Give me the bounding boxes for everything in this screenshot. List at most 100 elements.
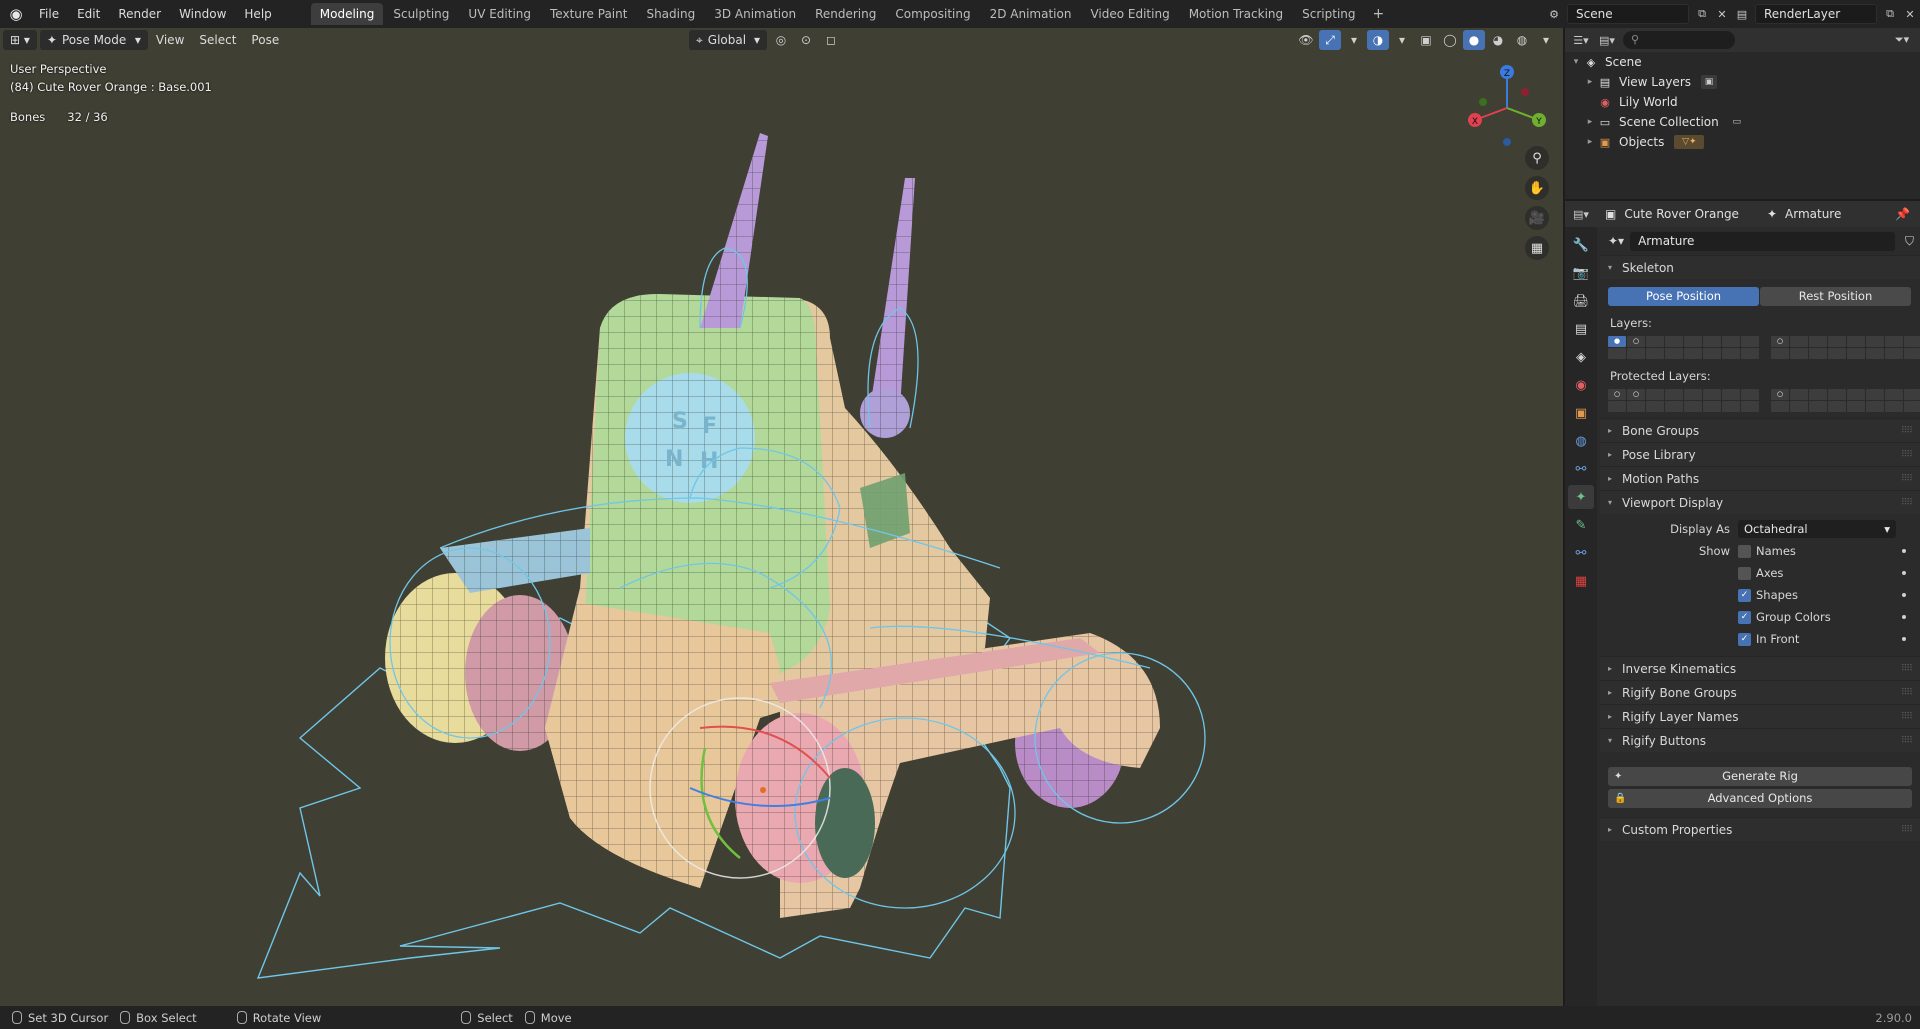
layer-cell[interactable]: ○ <box>1627 389 1645 400</box>
tab-motion-tracking[interactable]: Motion Tracking <box>1180 3 1292 25</box>
layer-cell[interactable] <box>1741 401 1759 412</box>
checkbox[interactable] <box>1738 566 1751 580</box>
animate-property-icon[interactable] <box>1902 571 1906 575</box>
layer-cell[interactable] <box>1847 348 1865 359</box>
pivot-icon[interactable]: ◎ <box>770 30 792 50</box>
layer-cell[interactable] <box>1847 336 1865 347</box>
navigation-gizmo[interactable]: Z Y X <box>1463 62 1551 150</box>
view-layer-field[interactable]: RenderLayer <box>1755 4 1877 24</box>
layer-cell[interactable] <box>1904 336 1920 347</box>
layer-cell[interactable] <box>1866 336 1884 347</box>
proportional-icon[interactable]: ◻ <box>820 30 842 50</box>
output-tab-icon[interactable]: 🖨 <box>1568 289 1594 313</box>
show-option-shapes[interactable]: ✓ Shapes <box>1608 584 1912 606</box>
tab-sculpting[interactable]: Sculpting <box>384 3 458 25</box>
layer-cell[interactable] <box>1904 389 1920 400</box>
render-tab-icon[interactable]: 📷 <box>1568 261 1594 285</box>
tab-uv-editing[interactable]: UV Editing <box>459 3 540 25</box>
gizmo-options-icon[interactable]: ▾ <box>1343 30 1365 50</box>
expand-arrow-icon[interactable]: ▸ <box>1583 117 1597 127</box>
view-menu[interactable]: View <box>149 30 191 50</box>
layer-cell[interactable] <box>1665 348 1683 359</box>
layer-cell[interactable] <box>1627 401 1645 412</box>
outliner-editor-icon[interactable]: ☰▾ <box>1571 30 1591 50</box>
bone-tab-icon[interactable]: ✎ <box>1568 513 1594 537</box>
armature-name-field[interactable]: Armature <box>1630 231 1895 251</box>
layer-cell[interactable] <box>1809 336 1827 347</box>
layer-cell[interactable] <box>1741 389 1759 400</box>
drag-handle-icon[interactable]: ⠿⠿ <box>1901 825 1913 835</box>
close-scene-icon[interactable]: ✕ <box>1712 4 1732 24</box>
drag-handle-icon[interactable]: ⠿⠿ <box>1901 712 1913 722</box>
show-option-group-colors[interactable]: ✓ Group Colors <box>1608 606 1912 628</box>
drag-handle-icon[interactable]: ⠿⠿ <box>1901 688 1913 698</box>
pan-hand-icon[interactable]: ✋ <box>1525 176 1549 200</box>
layer-cell[interactable] <box>1722 401 1740 412</box>
inverse-kinematics-panel-header[interactable]: ▸ Inverse Kinematics ⠿⠿ <box>1600 656 1920 680</box>
layer-cell[interactable] <box>1646 336 1664 347</box>
drag-handle-icon[interactable]: ⠿⠿ <box>1901 664 1913 674</box>
layer-cell[interactable] <box>1790 401 1808 412</box>
pin-icon[interactable]: 📌 <box>1895 207 1910 221</box>
snap-icon[interactable]: ⊙ <box>795 30 817 50</box>
bone-constraint-tab-icon[interactable]: ⚯ <box>1568 541 1594 565</box>
mode-dropdown[interactable]: ✦ Pose Mode ▾ <box>39 30 148 50</box>
layer-cell[interactable] <box>1722 348 1740 359</box>
copy-layer-icon[interactable]: ⧉ <box>1880 4 1900 24</box>
filter-icon[interactable]: ⏷▾ <box>1892 30 1912 50</box>
layer-cell[interactable] <box>1646 348 1664 359</box>
layer-cell[interactable] <box>1684 336 1702 347</box>
rigify-buttons-panel-header[interactable]: ▾ Rigify Buttons ⠿⠿ <box>1600 728 1920 752</box>
constraint-tab-icon[interactable]: ⚯ <box>1568 457 1594 481</box>
menu-file[interactable]: File <box>30 3 68 25</box>
rest-position-button[interactable]: Rest Position <box>1760 287 1911 306</box>
tab-2d-animation[interactable]: 2D Animation <box>981 3 1081 25</box>
pose-library-panel-header[interactable]: ▸ Pose Library ⠿⠿ <box>1600 442 1920 466</box>
tab-compositing[interactable]: Compositing <box>886 3 979 25</box>
animate-property-icon[interactable] <box>1902 637 1906 641</box>
layer-cell[interactable] <box>1866 389 1884 400</box>
outliner-search-input[interactable]: ⚲ <box>1623 31 1735 49</box>
tab-scripting[interactable]: Scripting <box>1293 3 1364 25</box>
menu-help[interactable]: Help <box>235 3 280 25</box>
layer-cell[interactable] <box>1703 389 1721 400</box>
scene-tab-icon[interactable]: ◈ <box>1568 345 1594 369</box>
gizmo-toggle-icon[interactable]: ⤢ <box>1319 30 1341 50</box>
wireframe-shading-icon[interactable]: ◯ <box>1439 30 1461 50</box>
drag-handle-icon[interactable]: ⠿⠿ <box>1901 450 1913 460</box>
layer-cell[interactable] <box>1866 348 1884 359</box>
drag-handle-icon[interactable]: ⠿⠿ <box>1901 736 1913 746</box>
layer-cell[interactable] <box>1828 401 1846 412</box>
display-mode-icon[interactable]: ▤▾ <box>1597 30 1617 50</box>
modifier-tab-icon[interactable]: ◍ <box>1568 429 1594 453</box>
zoom-icon[interactable]: ⚲ <box>1525 146 1549 170</box>
layer-cell[interactable] <box>1703 336 1721 347</box>
layer-cell[interactable] <box>1809 389 1827 400</box>
menu-edit[interactable]: Edit <box>68 3 109 25</box>
solid-shading-icon[interactable]: ● <box>1463 30 1485 50</box>
layer-cell[interactable] <box>1885 401 1903 412</box>
layer-cell[interactable]: ○ <box>1627 336 1645 347</box>
layer-cell[interactable] <box>1665 401 1683 412</box>
pose-position-button[interactable]: Pose Position <box>1608 287 1759 306</box>
menu-window[interactable]: Window <box>170 3 235 25</box>
layer-cell[interactable] <box>1847 389 1865 400</box>
scene-field[interactable]: Scene <box>1567 4 1689 24</box>
layer-cell[interactable] <box>1722 389 1740 400</box>
view-layer-tab-icon[interactable]: ▤ <box>1568 317 1594 341</box>
layer-cell[interactable] <box>1608 348 1626 359</box>
layer-cell[interactable]: ● <box>1608 336 1626 347</box>
layer-cell[interactable]: ○ <box>1771 389 1789 400</box>
animate-property-icon[interactable] <box>1902 549 1906 553</box>
viewport-scene[interactable]: S F N H <box>0 28 1563 1006</box>
layer-cell[interactable]: ○ <box>1608 389 1626 400</box>
layer-cell[interactable]: ○ <box>1771 336 1789 347</box>
armature-data-icon[interactable]: ✦▾ <box>1608 234 1624 248</box>
drag-handle-icon[interactable]: ⠿⠿ <box>1901 474 1913 484</box>
texture-tab-icon[interactable]: ▦ <box>1568 569 1594 593</box>
close-layer-icon[interactable]: ✕ <box>1900 4 1920 24</box>
xray-icon[interactable]: ▣ <box>1415 30 1437 50</box>
layer-cell[interactable] <box>1627 348 1645 359</box>
skeleton-panel-header[interactable]: ▾ Skeleton <box>1600 255 1920 279</box>
layer-cell[interactable] <box>1790 336 1808 347</box>
